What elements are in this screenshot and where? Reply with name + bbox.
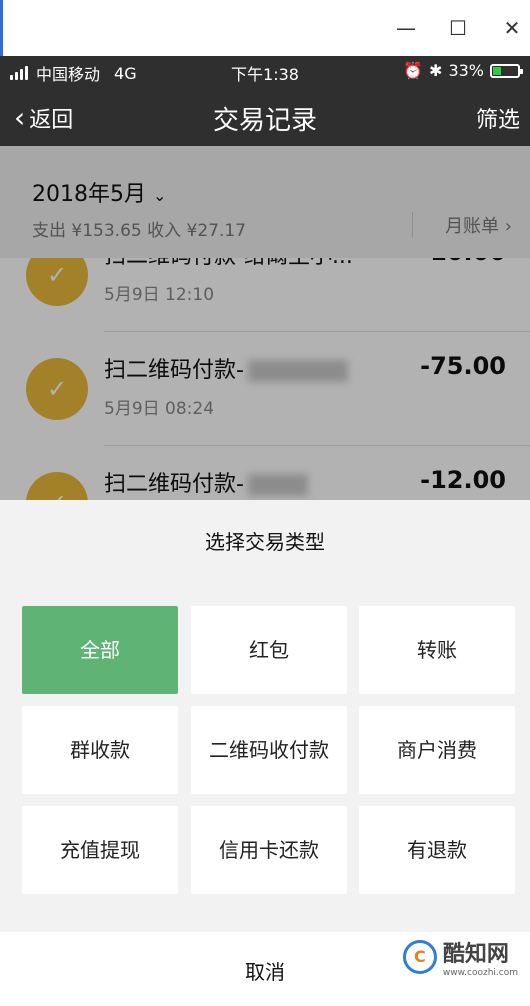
phone-status-bar: 中国移动 4G 下午1:38 ⏰ ✱ 33%	[0, 56, 530, 86]
type-option-merchant[interactable]: 商户消费	[359, 706, 515, 794]
alarm-icon: ⏰	[403, 61, 424, 80]
close-icon[interactable]: ✕	[497, 14, 527, 42]
minimize-icon[interactable]: —	[391, 14, 421, 42]
type-option-topup-withdraw[interactable]: 充值提现	[22, 806, 178, 894]
dim-overlay[interactable]	[0, 146, 530, 500]
type-option-transfer[interactable]: 转账	[359, 606, 515, 694]
window-title-bar: — ☐ ✕	[0, 0, 530, 56]
transaction-list: 2018年5月 ⌄ 支出 ¥153.65 收入 ¥27.17 月账单 › ✓ 扫…	[0, 146, 530, 500]
type-option-group-collect[interactable]: 群收款	[22, 706, 178, 794]
coozhi-logo-icon: C	[402, 940, 437, 974]
type-option-qr-payment[interactable]: 二维码收付款	[191, 706, 347, 794]
watermark: C 酷知网 www.coozhi.com	[402, 936, 518, 978]
filter-button[interactable]: 筛选	[476, 102, 520, 134]
type-option-red-packet[interactable]: 红包	[191, 606, 347, 694]
bluetooth-icon: ✱	[429, 61, 443, 80]
sheet-title: 选择交易类型	[205, 530, 325, 554]
watermark-url: www.coozhi.com	[442, 968, 518, 978]
watermark-name: 酷知网	[442, 942, 509, 967]
type-option-credit-card[interactable]: 信用卡还款	[191, 806, 347, 894]
battery-percent: 33%	[448, 61, 484, 80]
type-option-refund[interactable]: 有退款	[359, 806, 515, 894]
maximize-icon[interactable]: ☐	[443, 14, 473, 42]
type-option-all[interactable]: 全部	[22, 606, 178, 694]
nav-bar: ‹ 返回 交易记录 筛选	[0, 86, 530, 146]
page-title: 交易记录	[212, 106, 317, 136]
battery-icon	[490, 63, 523, 78]
transaction-type-sheet: 选择交易类型 全部 红包 转账 群收款 二维码收付款 商户消费 充值提现 信用卡…	[0, 500, 530, 1006]
